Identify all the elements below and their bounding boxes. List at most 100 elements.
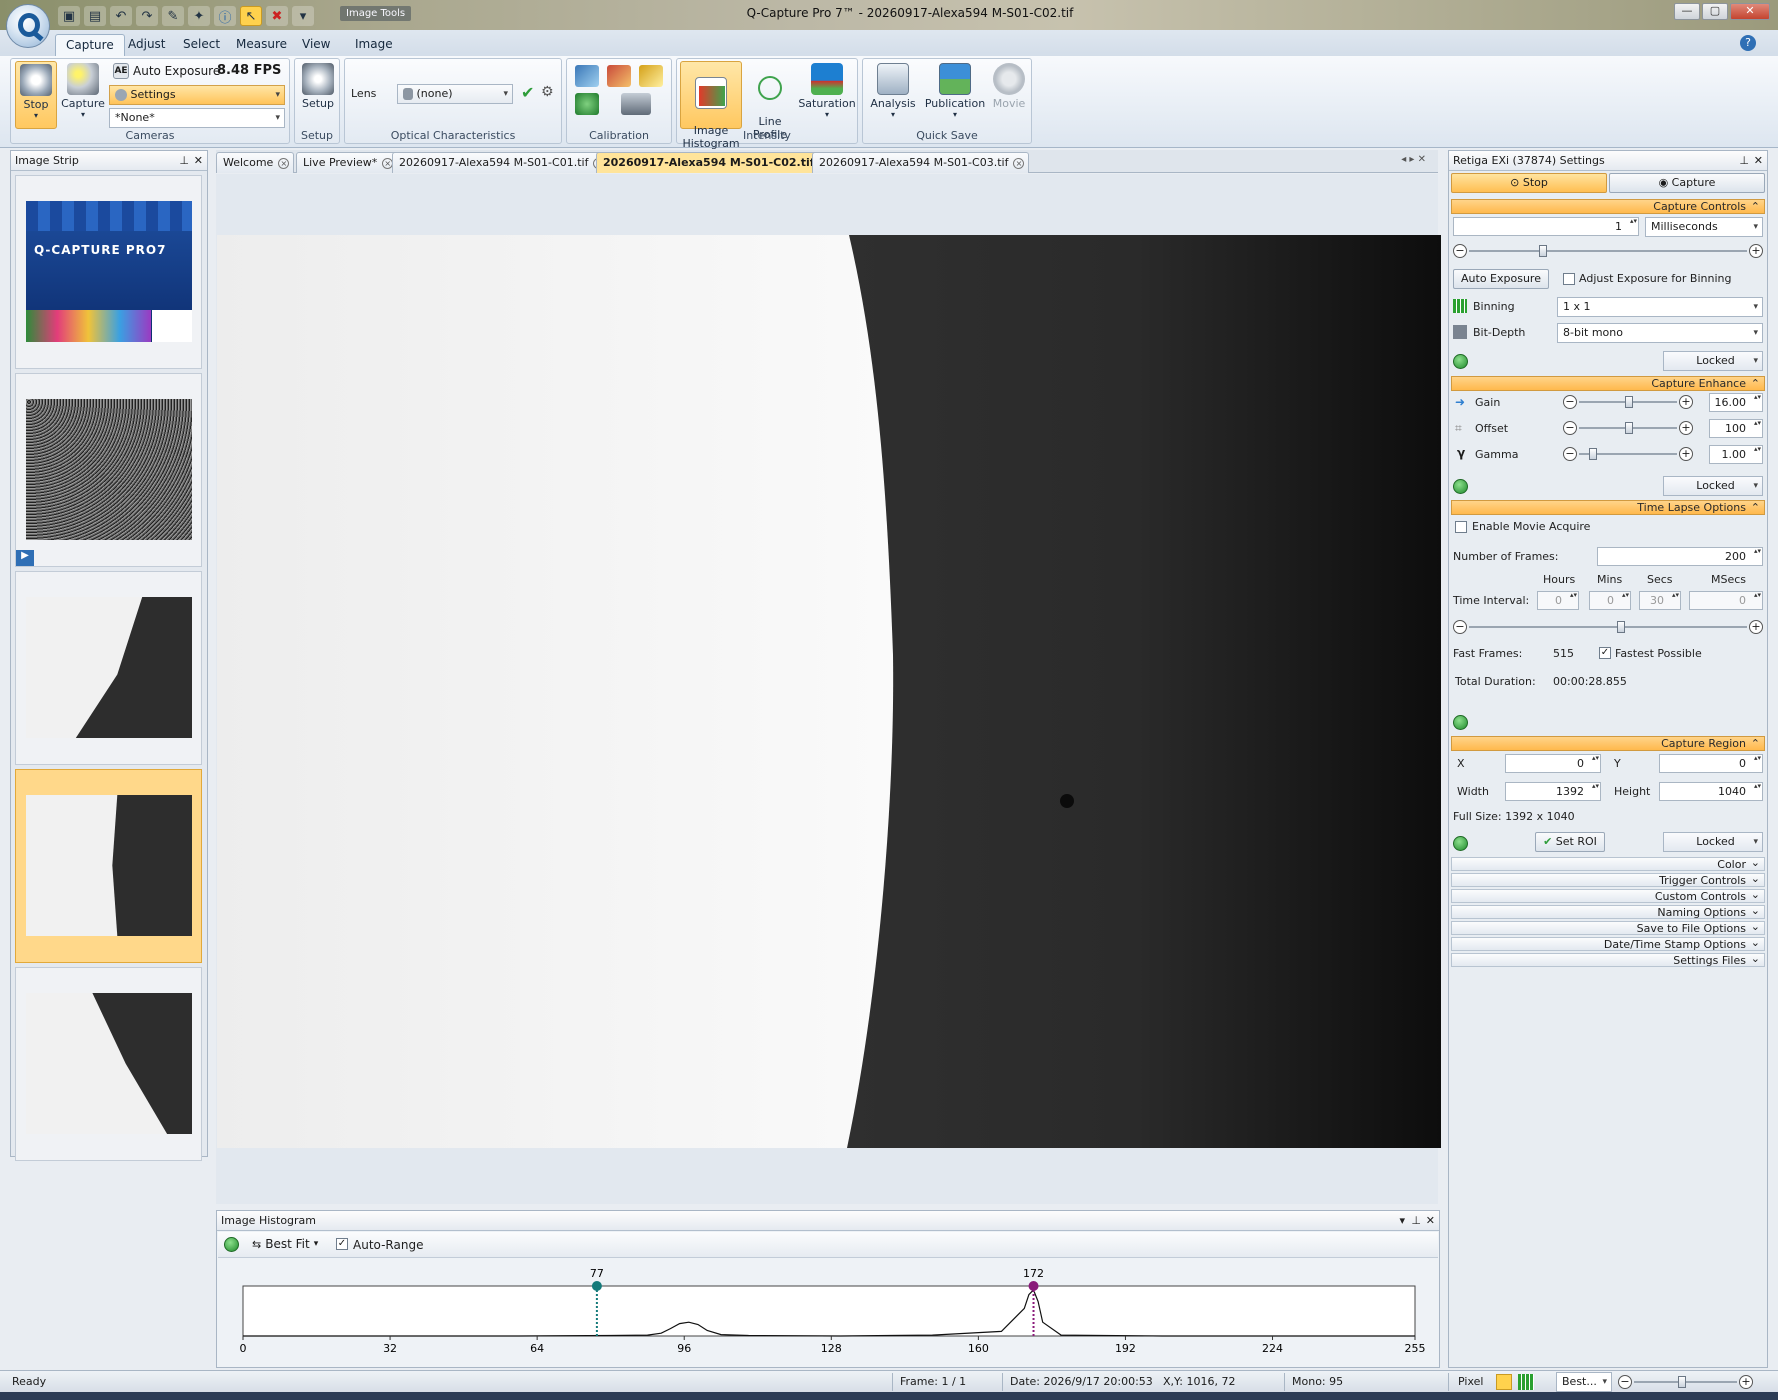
capture-button[interactable]: Capture ▾ <box>61 61 105 129</box>
zoom-dropdown[interactable]: Best... <box>1556 1372 1612 1392</box>
height-input[interactable]: 1040 <box>1659 782 1763 801</box>
interval-mins[interactable]: 0 <box>1589 591 1631 610</box>
analysis-button[interactable]: Analysis ▾ <box>867 61 919 119</box>
enable-movie-checkbox[interactable] <box>1455 521 1467 533</box>
calibrate-icon[interactable] <box>575 65 599 87</box>
apply-icon[interactable] <box>1453 354 1468 369</box>
publication-button[interactable]: Publication ▾ <box>923 61 987 119</box>
color-section[interactable]: Color <box>1451 856 1765 871</box>
offset-input[interactable]: 100 <box>1709 419 1763 438</box>
pin-icon[interactable]: ⊥ <box>1739 151 1749 170</box>
frames-input[interactable]: 200 <box>1597 547 1763 566</box>
image-view-icon[interactable] <box>1496 1374 1512 1390</box>
capture-enhance-lock-dropdown[interactable]: Locked <box>1663 476 1763 496</box>
tab-c02[interactable]: 20260917-Alexa594 M-S01-C02.tif× <box>596 152 836 173</box>
interval-msecs[interactable]: 0 <box>1689 591 1763 610</box>
grid-view-icon[interactable] <box>1518 1374 1534 1390</box>
refresh-icon[interactable] <box>224 1237 239 1252</box>
maximize-button[interactable]: ▢ <box>1702 3 1728 20</box>
redo-icon[interactable]: ↷ <box>136 6 158 26</box>
tab-welcome[interactable]: Welcome × <box>216 152 295 173</box>
tab-image[interactable]: Image <box>345 34 403 56</box>
save-file-options-section[interactable]: Save to File Options <box>1451 920 1765 935</box>
zoom-slider[interactable]: − + <box>1618 1375 1753 1389</box>
tools-icon[interactable]: ✦ <box>188 6 210 26</box>
saturation-button[interactable]: Saturation ▾ <box>797 61 857 119</box>
minimize-button[interactable]: — <box>1674 3 1700 20</box>
capture-region-header[interactable]: Capture Region <box>1451 736 1765 751</box>
apply-icon[interactable] <box>1453 479 1468 494</box>
interval-hours[interactable]: 0 <box>1537 591 1579 610</box>
strip-item-live-preview[interactable]: ▶ <box>15 373 202 567</box>
image-histogram-button[interactable]: Image Histogram <box>680 61 742 150</box>
settings-stop-button[interactable]: ⊙ Stop <box>1451 173 1607 193</box>
close-panel-icon[interactable]: ✕ <box>1426 1211 1435 1230</box>
gain-input[interactable]: 16.00 <box>1709 393 1763 412</box>
high-marker-handle[interactable] <box>1028 1281 1039 1291</box>
close-tab-icon[interactable]: × <box>1013 158 1025 169</box>
settings-files-section[interactable]: Settings Files <box>1451 952 1765 967</box>
help-icon[interactable]: ? <box>1740 35 1756 51</box>
gamma-input[interactable]: 1.00 <box>1709 445 1763 464</box>
settings-dropdown[interactable]: Settings <box>109 85 285 105</box>
preset-dropdown[interactable]: *None* <box>109 108 285 128</box>
close-tab-icon[interactable]: × <box>278 158 290 169</box>
delete-icon[interactable]: ✖ <box>266 6 288 26</box>
gamma-slider[interactable]: − + <box>1563 447 1693 461</box>
x-input[interactable]: 0 <box>1505 754 1601 773</box>
gain-slider[interactable]: − + <box>1563 395 1693 409</box>
capture-controls-header[interactable]: Capture Controls <box>1451 199 1765 214</box>
movie-button[interactable]: Movie <box>989 61 1029 110</box>
low-marker-handle[interactable] <box>591 1281 602 1291</box>
time-lapse-header[interactable]: Time Lapse Options <box>1451 500 1765 515</box>
apply-icon[interactable] <box>1453 715 1468 730</box>
apply-icon[interactable] <box>1453 836 1468 851</box>
tab-measure[interactable]: Measure <box>226 34 297 56</box>
exposure-unit-dropdown[interactable]: Milliseconds <box>1645 217 1763 237</box>
stop-button[interactable]: Stop ▾ <box>15 61 57 129</box>
app-logo-button[interactable] <box>6 4 50 48</box>
close-panel-icon[interactable]: ✕ <box>1754 151 1763 170</box>
image-canvas[interactable] <box>217 235 1441 1148</box>
tab-c01[interactable]: 20260917-Alexa594 M-S01-C01.tif× <box>392 152 610 173</box>
offset-slider[interactable]: − + <box>1563 421 1693 435</box>
binning-dropdown[interactable]: 1 x 1 <box>1557 297 1763 317</box>
pointer-icon[interactable]: ↖ <box>240 6 262 26</box>
settings-capture-button[interactable]: ◉ Capture <box>1609 173 1765 193</box>
setup-button[interactable]: Setup <box>299 61 337 110</box>
refresh-calibration-icon[interactable] <box>575 93 599 115</box>
trigger-controls-section[interactable]: Trigger Controls <box>1451 872 1765 887</box>
capture-enhance-header[interactable]: Capture Enhance <box>1451 376 1765 391</box>
tab-view[interactable]: View <box>292 34 340 56</box>
strip-item-c01[interactable] <box>15 571 202 765</box>
close-button[interactable]: ✕ <box>1730 3 1770 20</box>
dark-frame-icon[interactable] <box>639 65 663 87</box>
pin-icon[interactable]: ⊥ <box>1411 1211 1421 1230</box>
undo-icon[interactable]: ↶ <box>110 6 132 26</box>
auto-exposure-button-panel[interactable]: Auto Exposure <box>1453 269 1549 289</box>
tab-scroll-controls[interactable]: ◂ ▸ ✕ <box>1401 154 1426 165</box>
camera-calibration-icon[interactable] <box>621 93 651 115</box>
lens-settings-icon[interactable]: ⚙ <box>541 84 554 100</box>
fastest-checkbox[interactable]: ✓ <box>1599 647 1611 659</box>
naming-options-section[interactable]: Naming Options <box>1451 904 1765 919</box>
panel-menu-icon[interactable]: ▾ <box>1399 1211 1405 1230</box>
customize-icon[interactable]: ▾ <box>292 6 314 26</box>
adjust-binning-checkbox[interactable] <box>1563 273 1575 285</box>
exposure-slider[interactable]: − + <box>1453 244 1763 258</box>
interval-slider[interactable]: − + <box>1453 620 1763 634</box>
strip-item-c02[interactable] <box>15 769 202 963</box>
info-icon[interactable]: ⓘ <box>214 6 236 26</box>
width-input[interactable]: 1392 <box>1505 782 1601 801</box>
set-roi-button[interactable]: ✔ Set ROI <box>1535 832 1605 852</box>
pin-icon[interactable]: ⊥ <box>179 151 189 170</box>
strip-item-splash[interactable]: Q-CAPTURE PRO7 <box>15 175 202 369</box>
datetime-stamp-section[interactable]: Date/Time Stamp Options <box>1451 936 1765 951</box>
y-input[interactable]: 0 <box>1659 754 1763 773</box>
tab-live-preview[interactable]: Live Preview* × <box>296 152 399 173</box>
tab-capture[interactable]: Capture <box>55 34 125 56</box>
flat-field-icon[interactable] <box>607 65 631 87</box>
exposure-input[interactable]: 1 <box>1453 217 1639 236</box>
interval-secs[interactable]: 30 <box>1639 591 1681 610</box>
best-fit-dropdown[interactable]: ⇆ Best Fit ▾ <box>252 1237 318 1251</box>
